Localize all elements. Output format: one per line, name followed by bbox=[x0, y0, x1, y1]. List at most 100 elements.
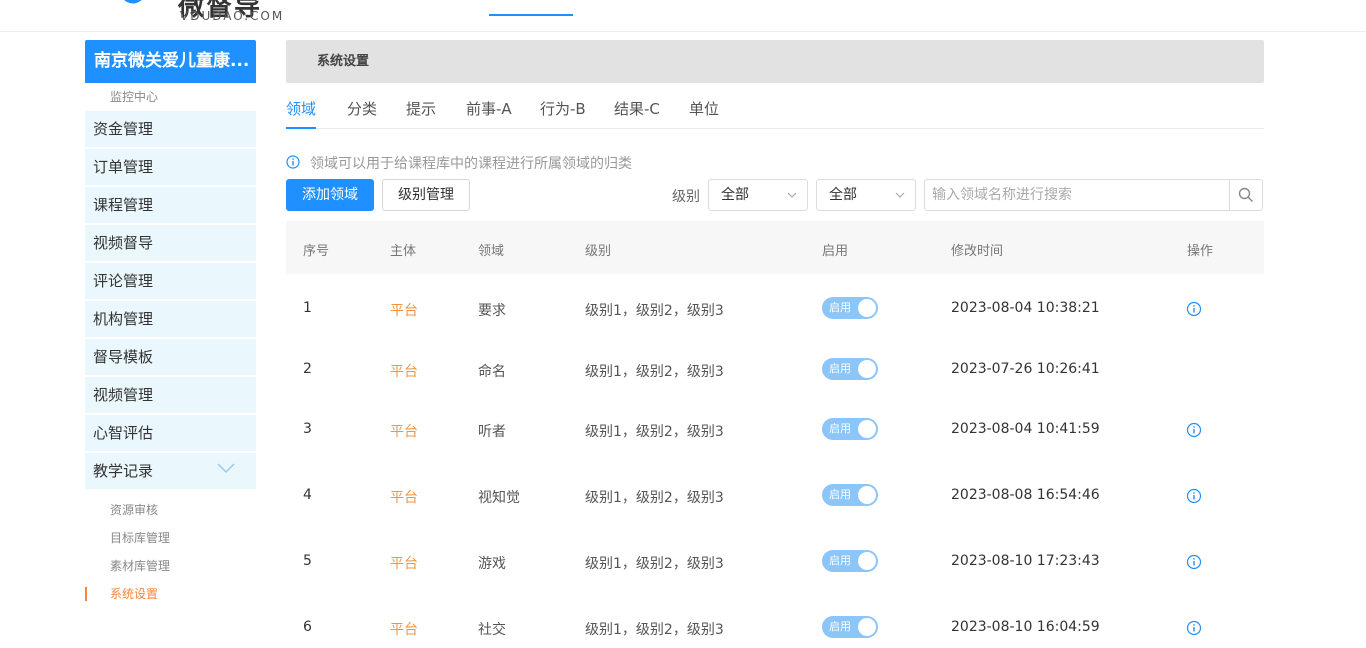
add-domain-button[interactable]: 添加领域 bbox=[286, 179, 374, 211]
info-icon[interactable] bbox=[1186, 488, 1202, 504]
info-icon bbox=[286, 155, 300, 169]
enable-toggle[interactable]: 启用 bbox=[822, 616, 878, 638]
cell-domain: 听者 bbox=[478, 424, 506, 440]
col-header-modified: 修改时间 bbox=[951, 244, 1004, 259]
cell-modified: 2023-08-04 10:38:21 bbox=[951, 300, 1100, 316]
toggle-label: 启用 bbox=[829, 362, 851, 375]
table-row: 1 平台 要求 级别1，级别2，级别3 启用 2023-08-04 10:38:… bbox=[286, 289, 1264, 329]
sidebar-item-video-supervision[interactable]: 视频督导 bbox=[85, 225, 256, 263]
info-icon[interactable] bbox=[1186, 301, 1202, 317]
enable-toggle[interactable]: 启用 bbox=[822, 297, 878, 319]
cell-no: 1 bbox=[303, 300, 312, 316]
tab-antecedent[interactable]: 前事-A bbox=[466, 98, 512, 127]
table-row: 4 平台 视知觉 级别1，级别2，级别3 启用 2023-08-08 16:54… bbox=[286, 476, 1264, 516]
sidebar-item-assessment[interactable]: 心智评估 bbox=[85, 415, 256, 453]
sidebar-section-label[interactable]: 监控中心 bbox=[110, 88, 158, 105]
sidebar-submenu: 资源审核 目标库管理 素材库管理 系统设置 bbox=[85, 496, 256, 608]
level-select-value: 全部 bbox=[721, 187, 749, 203]
sidebar-item-funds[interactable]: 资金管理 bbox=[85, 111, 256, 149]
cell-subject: 平台 bbox=[390, 490, 418, 506]
info-icon[interactable] bbox=[1186, 554, 1202, 570]
cell-subject: 平台 bbox=[390, 364, 418, 380]
tab-domain[interactable]: 领域 bbox=[286, 98, 317, 129]
table-row: 5 平台 游戏 级别1，级别2，级别3 启用 2023-08-10 17:23:… bbox=[286, 542, 1264, 582]
tab-category[interactable]: 分类 bbox=[347, 98, 377, 127]
cell-domain: 游戏 bbox=[478, 556, 506, 572]
submenu-item-goal-library[interactable]: 目标库管理 bbox=[85, 524, 256, 552]
level-filter-label: 级别 bbox=[672, 189, 700, 205]
toggle-label: 启用 bbox=[829, 488, 851, 501]
cell-level: 级别1，级别2，级别3 bbox=[585, 622, 724, 638]
col-header-level: 级别 bbox=[585, 244, 612, 259]
sidebar-item-label: 教学记录 bbox=[93, 462, 154, 480]
sidebar-item-institutions[interactable]: 机构管理 bbox=[85, 301, 256, 339]
tab-prompt[interactable]: 提示 bbox=[406, 98, 436, 127]
toggle-knob bbox=[858, 420, 876, 438]
toggle-label: 启用 bbox=[829, 620, 851, 633]
sidebar-item-templates[interactable]: 督导模板 bbox=[85, 339, 256, 377]
sidebar-item-orders[interactable]: 订单管理 bbox=[85, 149, 256, 187]
cell-level: 级别1，级别2，级别3 bbox=[585, 303, 724, 319]
info-icon[interactable] bbox=[1186, 422, 1202, 438]
level-management-button[interactable]: 级别管理 bbox=[382, 179, 470, 211]
search-input[interactable] bbox=[925, 180, 1231, 210]
cell-domain: 社交 bbox=[478, 622, 506, 638]
table-row: 2 平台 命名 级别1，级别2，级别3 启用 2023-07-26 10:26:… bbox=[286, 350, 1264, 390]
enable-toggle[interactable]: 启用 bbox=[822, 484, 878, 506]
cell-domain: 要求 bbox=[478, 303, 506, 319]
toggle-label: 启用 bbox=[829, 554, 851, 567]
table-row: 6 平台 社交 级别1，级别2，级别3 启用 2023-08-10 16:04:… bbox=[286, 608, 1264, 648]
cell-modified: 2023-08-10 16:04:59 bbox=[951, 619, 1100, 635]
cell-modified: 2023-08-08 16:54:46 bbox=[951, 487, 1100, 503]
toggle-knob bbox=[858, 618, 876, 636]
submenu-item-system-settings[interactable]: 系统设置 bbox=[85, 580, 256, 608]
col-header-subject: 主体 bbox=[390, 244, 417, 259]
enable-toggle[interactable]: 启用 bbox=[822, 358, 878, 380]
chevron-down-icon bbox=[217, 463, 235, 474]
info-icon[interactable] bbox=[1186, 620, 1202, 636]
submenu-item-resource-review[interactable]: 资源审核 bbox=[85, 496, 256, 524]
toggle-label: 启用 bbox=[829, 422, 851, 435]
cell-no: 6 bbox=[303, 619, 312, 635]
status-select-value: 全部 bbox=[829, 187, 857, 203]
cell-modified: 2023-08-10 17:23:43 bbox=[951, 553, 1100, 569]
sidebar-item-teaching-records[interactable]: 教学记录 bbox=[85, 453, 256, 491]
sidebar-item-videos[interactable]: 视频管理 bbox=[85, 377, 256, 415]
cell-subject: 平台 bbox=[390, 622, 418, 638]
top-header: 微督导 VDUDAO.COM bbox=[0, 0, 1366, 32]
table-row: 3 平台 听者 级别1，级别2，级别3 启用 2023-08-04 10:41:… bbox=[286, 410, 1264, 450]
col-header-no: 序号 bbox=[303, 244, 330, 259]
org-name-button[interactable]: 南京微关爱儿童康... bbox=[85, 40, 256, 83]
tab-bar: 领域 分类 提示 前事-A 行为-B 结果-C 单位 bbox=[286, 90, 1264, 129]
col-header-domain: 领域 bbox=[478, 244, 505, 259]
cell-subject: 平台 bbox=[390, 303, 418, 319]
top-nav-active-tab[interactable] bbox=[489, 0, 573, 16]
sidebar-menu: 资金管理 订单管理 课程管理 视频督导 评论管理 机构管理 督导模板 视频管理 … bbox=[85, 111, 256, 491]
search-icon bbox=[1238, 187, 1253, 202]
status-select[interactable]: 全部 bbox=[816, 179, 916, 211]
table-header: 序号 主体 领域 级别 启用 修改时间 操作 bbox=[286, 221, 1264, 274]
sidebar-item-comments[interactable]: 评论管理 bbox=[85, 263, 256, 301]
enable-toggle[interactable]: 启用 bbox=[822, 418, 878, 440]
col-header-actions: 操作 bbox=[1187, 244, 1214, 259]
logo-subtext: VDUDAO.COM bbox=[180, 9, 285, 23]
cell-level: 级别1，级别2，级别3 bbox=[585, 364, 724, 380]
enable-toggle[interactable]: 启用 bbox=[822, 550, 878, 572]
tab-behavior[interactable]: 行为-B bbox=[540, 98, 586, 127]
cell-subject: 平台 bbox=[390, 556, 418, 572]
level-select[interactable]: 全部 bbox=[708, 179, 808, 211]
tab-unit[interactable]: 单位 bbox=[689, 98, 719, 127]
toggle-knob bbox=[858, 552, 876, 570]
logo-icon bbox=[124, 0, 142, 4]
cell-no: 2 bbox=[303, 361, 312, 377]
cell-domain: 命名 bbox=[478, 364, 506, 380]
tab-consequence[interactable]: 结果-C bbox=[614, 98, 660, 127]
chevron-down-icon bbox=[787, 192, 797, 198]
search-button[interactable] bbox=[1229, 180, 1262, 210]
sidebar-item-courses[interactable]: 课程管理 bbox=[85, 187, 256, 225]
hint-text: 领域可以用于给课程库中的课程进行所属领域的归类 bbox=[310, 156, 632, 172]
submenu-item-material-library[interactable]: 素材库管理 bbox=[85, 552, 256, 580]
toggle-knob bbox=[858, 486, 876, 504]
toggle-label: 启用 bbox=[829, 301, 851, 314]
cell-modified: 2023-08-04 10:41:59 bbox=[951, 421, 1100, 437]
